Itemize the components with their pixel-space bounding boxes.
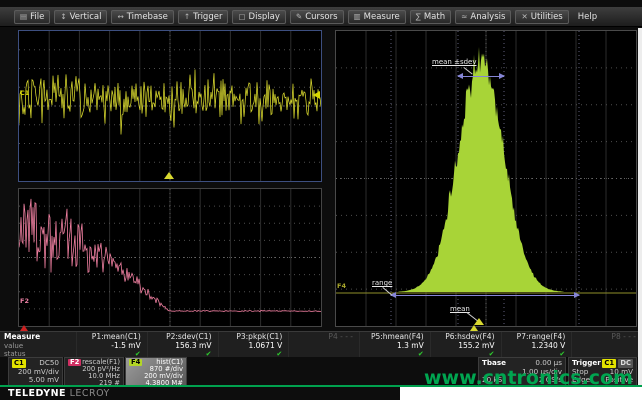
menu-vertical[interactable]: ↕ Vertical <box>54 10 107 24</box>
f2-trace-label: F2 <box>20 297 29 305</box>
f2-badge: F2 <box>68 359 81 366</box>
measure-col-p2[interactable]: P2:sdev(C1) 156.3 mV ✔ <box>147 332 218 357</box>
c1-trace-label: C1 <box>20 89 29 97</box>
p2-value: 156.3 mV <box>148 342 212 350</box>
menu-analysis[interactable]: ≈Analysis <box>455 10 511 24</box>
measure-col-p6[interactable]: P6:hsdev(F4) 155.2 mV ✔ <box>430 332 501 357</box>
p8-name: P8 - - - <box>572 333 636 342</box>
p3-status-check-icon: ✔ <box>219 350 283 358</box>
math-calculator-icon: ∑ <box>416 12 421 21</box>
p7-value: 1.2340 V <box>502 342 566 350</box>
menu-help-label: Help <box>578 12 597 22</box>
range-arrow <box>391 295 579 296</box>
menu-cursors-label: Cursors <box>305 12 337 22</box>
c1-channel-descriptor[interactable]: C1DC50 200 mV/div 5.00 mV <box>8 357 63 386</box>
menu-display[interactable]: ▢ Display <box>232 10 285 24</box>
measure-row-labels: Measure value status <box>0 332 76 357</box>
measure-col-p4[interactable]: P4 - - - <box>288 332 359 357</box>
trigger-arrow-icon: ↑ <box>184 12 190 21</box>
histogram-mean-marker[interactable] <box>474 318 484 325</box>
menu-trigger-label: Trigger <box>193 12 222 22</box>
measure-col-p5[interactable]: P5:hmean(F4) 1.3 mV ✔ <box>359 332 430 357</box>
menu-file[interactable]: ▤File <box>14 10 50 24</box>
measure-col-p3[interactable]: P3:pkpk(C1) 1.0671 V ✔ <box>218 332 289 357</box>
menu-file-label: File <box>30 12 44 22</box>
f4-mean-position-marker[interactable] <box>470 325 478 331</box>
grid-f4-histogram[interactable]: F4 mean ±sdev range mean <box>335 30 637 327</box>
menu-timebase-label: Timebase <box>127 12 168 22</box>
menu-vertical-label: Vertical <box>70 12 102 22</box>
grid-f2-psd-trace[interactable]: F2 <box>18 188 322 327</box>
menu-cursors[interactable]: ✎Cursors <box>290 10 344 24</box>
menu-trigger[interactable]: ↑Trigger <box>178 10 229 24</box>
f4-trace-descriptor-selected[interactable]: F4hist(C1) 870 #/div 200 mV/div 4.3800 M… <box>125 357 187 386</box>
horizontal-arrows-icon: ↔ <box>117 12 123 21</box>
annotation-mean-sdev: mean ±sdev <box>432 58 476 66</box>
menu-measure[interactable]: ▥Measure <box>348 10 406 24</box>
watermark-text: www.cntronics.com <box>424 367 633 389</box>
menu-utilities[interactable]: ✕ Utilities <box>515 10 568 24</box>
c1-offset: 5.00 mV <box>12 376 59 385</box>
oscilloscope-screen: ▤File ↕ Vertical ↔ Timebase ↑Trigger ▢ Disp… <box>0 0 642 400</box>
f4-trace-label: F4 <box>337 282 346 290</box>
c1-trigger-level-marker[interactable] <box>313 91 320 99</box>
p1-value: -1.5 mV <box>77 342 141 350</box>
measure-caliper-icon: ▥ <box>354 12 361 21</box>
menu-help[interactable]: Help <box>573 11 602 23</box>
cursor-pencil-icon: ✎ <box>296 12 302 21</box>
file-icon: ▤ <box>20 12 27 21</box>
c1-trigger-time-marker[interactable] <box>164 172 174 179</box>
utilities-tools-icon: ✕ <box>521 12 527 21</box>
p6-value: 155.2 mV <box>431 342 495 350</box>
p3-value: 1.0671 V <box>219 342 283 350</box>
menu-analysis-label: Analysis <box>470 12 505 22</box>
menu-display-label: Display <box>249 12 280 22</box>
measure-col-p7[interactable]: P7:range(F4) 1.2340 V ✔ <box>501 332 572 357</box>
menu-math[interactable]: ∑Math <box>410 10 451 24</box>
menu-bar: ▤File ↕ Vertical ↔ Timebase ↑Trigger ▢ Disp… <box>0 7 642 27</box>
f2-position-marker[interactable] <box>20 325 28 331</box>
measure-col-p8[interactable]: P8 - - - <box>571 332 642 357</box>
page-margin <box>638 28 642 400</box>
p5-status-check-icon: ✔ <box>360 350 424 358</box>
menu-utilities-label: Utilities <box>531 12 563 22</box>
menu-timebase[interactable]: ↔ Timebase <box>111 10 173 24</box>
p4-name: P4 - - - <box>289 333 353 342</box>
measure-table: Measure value status P1:mean(C1) -1.5 mV… <box>0 331 642 357</box>
brand-light: LECROY <box>70 388 110 399</box>
mean-sdev-arrow <box>458 76 504 77</box>
measure-header: Measure <box>4 333 76 342</box>
menu-math-label: Math <box>424 12 445 22</box>
brand-bold: TELEDYNE <box>8 388 66 399</box>
value-row-label: value <box>4 342 76 350</box>
analysis-chart-icon: ≈ <box>461 12 467 21</box>
display-screen-icon: ▢ <box>238 12 245 21</box>
f2-trace-descriptor[interactable]: F2rescale(F1) 200 pV²/Hz 10.0 MHz 219 # <box>64 357 124 386</box>
menu-measure-label: Measure <box>364 12 400 22</box>
p5-value: 1.3 mV <box>360 342 424 350</box>
vertical-arrows-icon: ↕ <box>60 12 66 21</box>
f4-badge: F4 <box>129 359 142 366</box>
grid-c1-noise-trace[interactable]: C1 <box>18 30 322 182</box>
teledyne-lecroy-logo: TELEDYNE LECROY <box>8 388 110 399</box>
measure-col-p1[interactable]: P1:mean(C1) -1.5 mV ✔ <box>76 332 147 357</box>
